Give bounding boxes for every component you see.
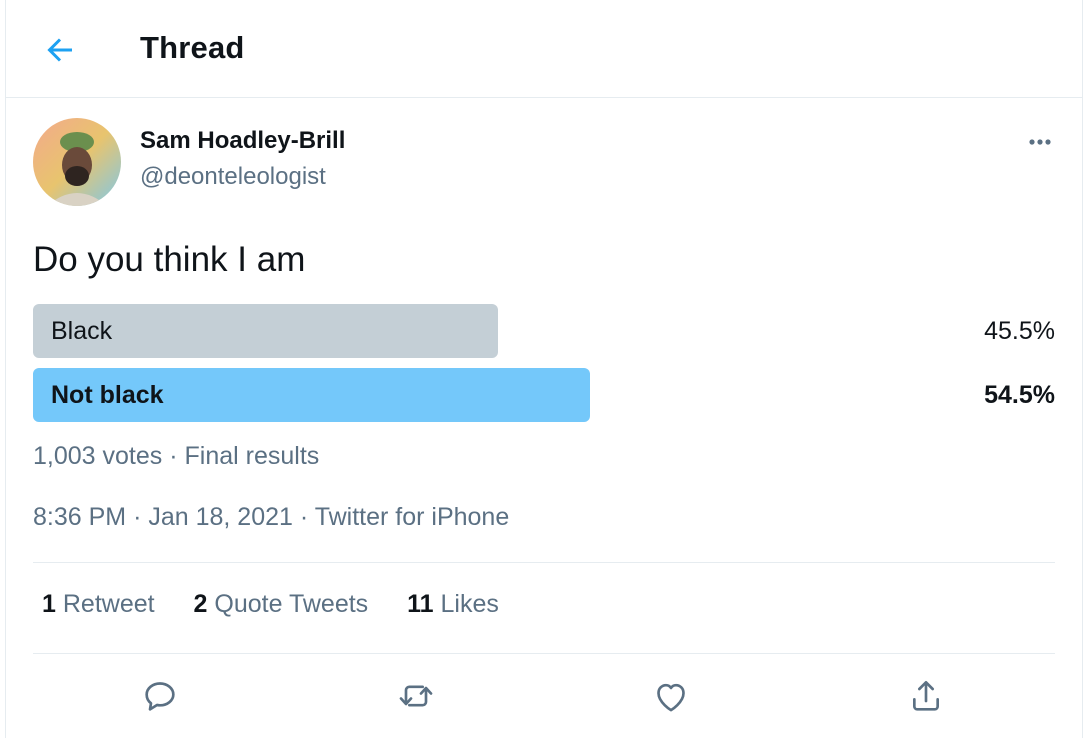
quote-tweets-count: 2	[193, 590, 208, 618]
tweet-text: Do you think I am	[33, 240, 306, 279]
retweets-count: 1	[42, 590, 56, 618]
retweets-stat[interactable]: 1 Retweet	[42, 590, 155, 619]
share-icon[interactable]	[906, 676, 946, 716]
likes-stat[interactable]: 11 Likes	[407, 590, 499, 619]
avatar[interactable]	[33, 118, 121, 206]
poll-option: Black 45.5%	[33, 304, 1055, 358]
tweet-stats: 1 Retweet 2 Quote Tweets 11 Likes	[42, 590, 531, 619]
poll-votes: 1,003 votes	[33, 442, 163, 470]
thread-header: Thread	[6, 0, 1082, 98]
poll-option-percent: 45.5%	[984, 317, 1055, 345]
tweet-timestamp: 8:36 PM · Jan 18, 2021 · Twitter for iPh…	[33, 503, 509, 532]
arrow-left-icon[interactable]	[42, 32, 78, 68]
more-options-icon[interactable]	[1022, 132, 1058, 152]
separator: ·	[299, 503, 309, 531]
poll-option-label: Not black	[51, 381, 164, 409]
thread-panel: Thread Sam Hoadley-Brill @deonteleologis…	[5, 0, 1083, 738]
poll-option-label: Black	[51, 317, 113, 345]
poll-status: Final results	[184, 442, 320, 470]
page-title: Thread	[140, 30, 245, 65]
tweet-time[interactable]: 8:36 PM	[33, 503, 126, 531]
retweets-label: Retweet	[62, 590, 155, 618]
likes-label: Likes	[440, 590, 499, 618]
quote-tweets-stat[interactable]: 2 Quote Tweets	[194, 590, 369, 619]
tweet-date[interactable]: Jan 18, 2021	[148, 503, 293, 531]
divider	[33, 562, 1055, 563]
like-icon[interactable]	[651, 676, 691, 716]
separator: ·	[133, 503, 142, 531]
tweet-source[interactable]: Twitter for iPhone	[315, 503, 510, 531]
author-name[interactable]: Sam Hoadley-Brill	[140, 127, 345, 155]
quote-tweets-label: Quote Tweets	[214, 590, 369, 618]
divider	[33, 653, 1055, 654]
author-handle[interactable]: @deonteleologist	[140, 163, 326, 191]
poll-option-percent: 54.5%	[984, 381, 1055, 409]
likes-count: 11	[407, 590, 434, 618]
retweet-icon[interactable]	[396, 676, 436, 716]
separator: ·	[169, 442, 178, 470]
poll-option: Not black 54.5%	[33, 368, 1055, 422]
poll-summary: 1,003 votes · Final results	[33, 442, 319, 471]
reply-icon[interactable]	[140, 676, 180, 716]
